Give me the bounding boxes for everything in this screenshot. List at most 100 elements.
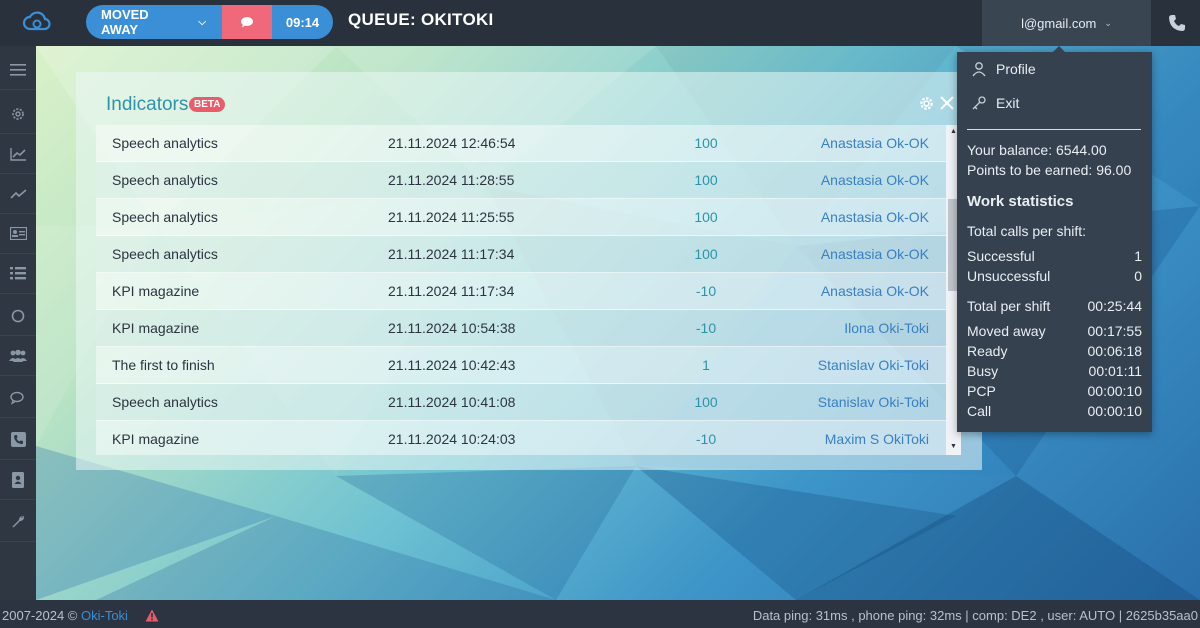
indicator-date: 21.11.2024 12:46:54 xyxy=(388,135,516,151)
copyright-text: 2007-2024 © xyxy=(2,608,81,623)
indicator-date: 21.11.2024 11:17:34 xyxy=(388,283,515,299)
top-bar: MOVED AWAY ⌵ 09:14 QUEUE: OKITOKI l@gmai… xyxy=(0,0,1200,46)
stat-value: 0 xyxy=(1134,268,1142,284)
circle-icon[interactable] xyxy=(0,296,36,336)
chart-area-icon[interactable] xyxy=(0,134,36,174)
chat-bubbles-icon[interactable] xyxy=(0,378,36,418)
close-icon[interactable] xyxy=(940,96,954,110)
warning-icon[interactable] xyxy=(145,609,159,622)
stat-value: 00:00:10 xyxy=(1087,383,1143,399)
table-row: Speech analytics 21.11.2024 12:46:54 100… xyxy=(96,125,946,162)
indicator-date: 21.11.2024 11:17:34 xyxy=(388,246,515,262)
indicator-user-link[interactable]: Stanislav Oki-Toki xyxy=(818,357,929,373)
indicator-user-link[interactable]: Anastasia Ok-OK xyxy=(821,135,929,151)
beta-badge: BETA xyxy=(189,97,226,112)
stat-label: Busy xyxy=(967,363,999,379)
stat-value: 00:00:10 xyxy=(1087,403,1143,419)
indicator-name: Speech analytics xyxy=(112,246,218,262)
indicator-value: -10 xyxy=(695,320,717,336)
indicator-date: 21.11.2024 10:42:43 xyxy=(388,357,516,373)
stat-row-pcp: PCP 00:00:10 xyxy=(967,383,1142,399)
indicator-value: 100 xyxy=(694,172,718,188)
cloud-logo-icon[interactable] xyxy=(22,10,52,34)
stat-label: Successful xyxy=(967,248,1035,264)
indicator-user-link[interactable]: Maxim S OkiToki xyxy=(825,431,929,447)
indicator-name: Speech analytics xyxy=(112,394,218,410)
indicators-table: Speech analytics 21.11.2024 12:46:54 100… xyxy=(96,125,946,455)
table-row: Speech analytics 21.11.2024 10:41:08 100… xyxy=(96,384,946,421)
user-icon xyxy=(972,62,986,77)
indicator-user-link[interactable]: Anastasia Ok-OK xyxy=(821,246,929,262)
points-text: Points to be earned: 96.00 xyxy=(967,162,1132,178)
copyright: 2007-2024 © Oki-Toki xyxy=(2,608,128,623)
chevron-down-icon: ⌵ xyxy=(198,16,206,28)
indicator-name: KPI magazine xyxy=(112,320,200,336)
indicator-name: KPI magazine xyxy=(112,283,200,299)
total-calls-label: Total calls per shift: xyxy=(967,223,1087,239)
account-dropdown-menu: Profile Exit Your balance: 6544.00 Point… xyxy=(957,46,1152,432)
dropdown-caret xyxy=(1053,46,1065,52)
line-chart-icon[interactable] xyxy=(0,174,36,214)
table-row: Speech analytics 21.11.2024 11:17:34 100… xyxy=(96,236,946,273)
address-book-icon[interactable] xyxy=(0,460,36,500)
indicator-user-link[interactable]: Stanislav Oki-Toki xyxy=(818,394,929,410)
chevron-down-icon: ⌄ xyxy=(1104,17,1112,28)
status-label: MOVED AWAY xyxy=(101,7,149,37)
indicator-name: Speech analytics xyxy=(112,135,218,151)
phone-square-icon[interactable] xyxy=(0,420,36,460)
status-dropdown-button[interactable]: MOVED AWAY ⌵ xyxy=(86,5,222,39)
stat-label: Ready xyxy=(967,343,1008,359)
account-menu-button[interactable]: l@gmail.com ⌄ xyxy=(982,0,1151,46)
stat-row-moved-away: Moved away 00:17:55 xyxy=(967,323,1142,339)
indicators-panel: Indicators BETA Speech analytics 21.11.2… xyxy=(76,72,982,470)
brand-link[interactable]: Oki-Toki xyxy=(81,608,128,623)
id-card-icon[interactable] xyxy=(0,214,36,254)
table-row: KPI magazine 21.11.2024 10:54:38 -10 Ilo… xyxy=(96,310,946,347)
footer-bar: 2007-2024 © Oki-Toki Data ping: 31ms , p… xyxy=(0,600,1200,628)
indicator-name: The first to finish xyxy=(112,357,215,373)
chat-button[interactable] xyxy=(222,5,272,39)
stat-label: Moved away xyxy=(967,323,1046,339)
stat-label: Unsuccessful xyxy=(967,268,1051,284)
stat-row-call: Call 00:00:10 xyxy=(967,403,1142,419)
table-row: The first to finish 21.11.2024 10:42:43 … xyxy=(96,347,946,384)
phone-icon[interactable] xyxy=(1168,14,1186,32)
profile-menu-item[interactable]: Profile xyxy=(971,61,1036,77)
exit-label: Exit xyxy=(996,95,1020,111)
wrench-icon[interactable] xyxy=(0,502,36,542)
indicator-date: 21.11.2024 10:24:03 xyxy=(388,431,516,447)
indicator-user-link[interactable]: Anastasia Ok-OK xyxy=(821,283,929,299)
menu-hamburger-icon[interactable] xyxy=(0,50,36,90)
exit-menu-item[interactable]: Exit xyxy=(971,95,1019,111)
stat-row-successful: Successful 1 xyxy=(967,248,1142,264)
indicator-date: 21.11.2024 11:25:55 xyxy=(388,209,515,225)
profile-label: Profile xyxy=(996,61,1036,77)
work-statistics-heading: Work statistics xyxy=(967,193,1074,210)
scroll-down-arrow-icon[interactable]: ▼ xyxy=(950,443,957,450)
table-row: KPI magazine 21.11.2024 11:17:34 -10 Ana… xyxy=(96,273,946,310)
gear-icon[interactable] xyxy=(919,96,934,111)
indicator-name: KPI magazine xyxy=(112,431,200,447)
indicator-value: 1 xyxy=(702,357,710,373)
indicator-user-link[interactable]: Ilona Oki-Toki xyxy=(844,320,929,336)
indicator-user-link[interactable]: Anastasia Ok-OK xyxy=(821,209,929,225)
table-row: Speech analytics 21.11.2024 11:28:55 100… xyxy=(96,162,946,199)
balance-text: Your balance: 6544.00 xyxy=(967,142,1107,158)
stat-row-total-per-shift: Total per shift 00:25:44 xyxy=(967,298,1142,314)
menu-divider xyxy=(967,129,1141,130)
indicator-user-link[interactable]: Anastasia Ok-OK xyxy=(821,172,929,188)
users-group-icon[interactable] xyxy=(0,336,36,376)
stat-value: 1 xyxy=(1134,248,1142,264)
status-timer: 09:14 xyxy=(272,5,333,39)
scroll-up-arrow-icon[interactable]: ▲ xyxy=(950,128,957,135)
indicator-name: Speech analytics xyxy=(112,172,218,188)
indicator-value: 100 xyxy=(694,246,718,262)
indicator-date: 21.11.2024 10:41:08 xyxy=(388,394,516,410)
indicator-value: 100 xyxy=(694,135,718,151)
table-row: Speech analytics 21.11.2024 11:25:55 100… xyxy=(96,199,946,236)
sidebar xyxy=(0,46,36,600)
indicator-value: -10 xyxy=(695,283,717,299)
list-icon[interactable] xyxy=(0,254,36,294)
stat-row-ready: Ready 00:06:18 xyxy=(967,343,1142,359)
settings-gear-icon[interactable] xyxy=(0,94,36,134)
